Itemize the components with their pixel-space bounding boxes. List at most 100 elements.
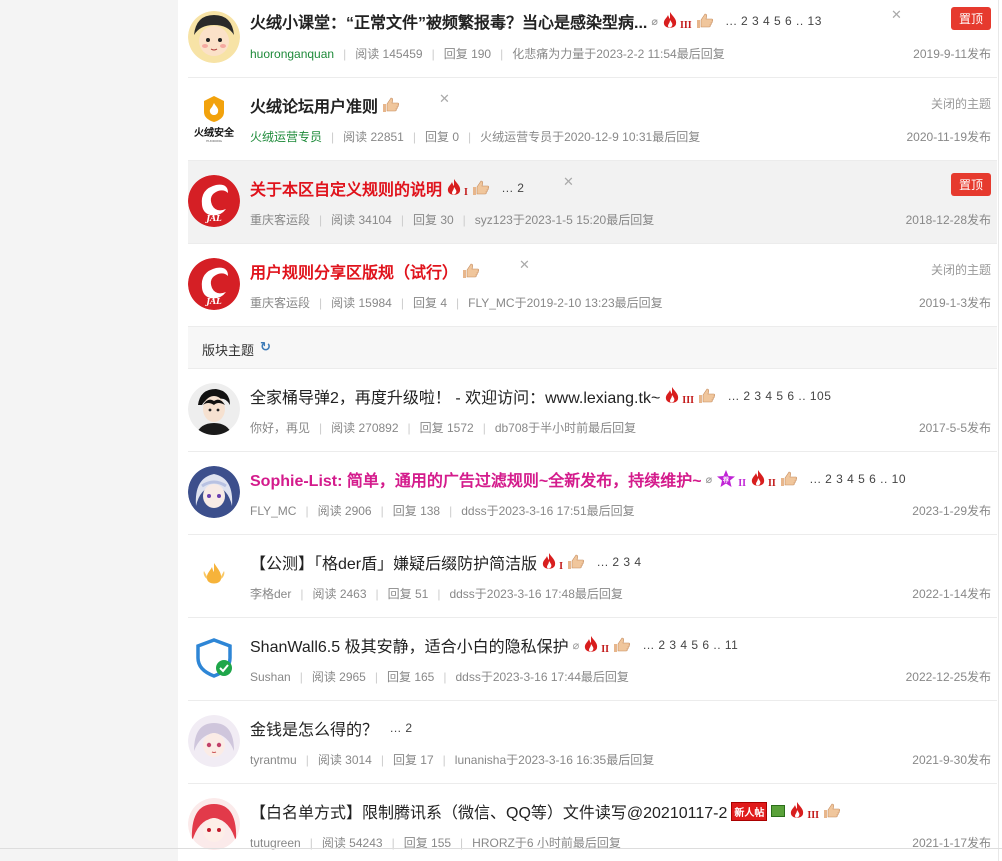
close-icon[interactable]: ✕ [891, 7, 902, 23]
thread-title-text[interactable]: 火绒论坛用户准则 [250, 93, 378, 117]
close-icon[interactable]: ✕ [563, 174, 574, 190]
pagination[interactable]: ... 2 3 4 5 6 .. 13 [726, 14, 822, 28]
reply-count: 回复 190 [443, 47, 492, 61]
thread-row[interactable]: 【白名单方式】限制腾讯系（微信、QQ等）文件读写@20210117-2 新人帖 … [188, 784, 997, 861]
scrollbar-track[interactable] [998, 0, 999, 861]
thread-row[interactable]: 全家桶导弹2，再度升级啦！ - 欢迎访问：www.lexiang.tk~ III… [188, 369, 997, 452]
thread-title[interactable]: 火绒论坛用户准则 [250, 93, 400, 117]
thread-title[interactable]: ShanWall6.5 极其安静，适合小白的隐私保护 ⌀ II ... 2 3 … [250, 633, 738, 657]
pagination[interactable]: ... 2 [390, 721, 413, 735]
thread-row[interactable]: Sophie-List: 简单，通用的广告过滤规则~全新发布，持续维护~ ⌀ 荐… [188, 452, 997, 535]
thread-meta: 重庆客运段 | 阅读 15984 | 回复 4 | FLY_MC于2019-2-10 13:… [250, 296, 663, 310]
thread-title-text[interactable]: ShanWall6.5 极其安静，适合小白的隐私保护 [250, 633, 569, 657]
thread-title[interactable]: 全家桶导弹2，再度升级啦！ - 欢迎访问：www.lexiang.tk~ III… [250, 384, 831, 408]
star-level: II [738, 477, 746, 489]
avatar[interactable] [188, 466, 240, 518]
heat-flame-icon [585, 636, 598, 652]
thread-title-text[interactable]: 金钱是怎么得的？ [250, 716, 378, 740]
avatar[interactable]: 火绒安全 HUORONG [188, 92, 240, 144]
thread-title[interactable]: 金钱是怎么得的？ ... 2 [250, 716, 413, 740]
avatar[interactable] [188, 715, 240, 767]
post-date: 2020-11-19发布 [906, 130, 992, 144]
avatar[interactable]: JAL [188, 258, 240, 310]
svg-text:JAL: JAL [204, 213, 222, 223]
thread-title[interactable]: 【公测】「格der盾」嫌疑后缀防护简洁版 I ... 2 3 4 [250, 550, 642, 574]
thread-title[interactable]: Sophie-List: 简单，通用的广告过滤规则~全新发布，持续维护~ ⌀ 荐… [250, 467, 906, 491]
author-link[interactable]: 你好，再见 [250, 421, 310, 435]
author-link[interactable]: 重庆客运段 [250, 213, 310, 227]
thread-status: 关闭的主题 [930, 97, 991, 111]
avatar[interactable] [188, 11, 240, 63]
avatar[interactable] [188, 632, 240, 684]
avatar[interactable] [188, 383, 240, 435]
author-link[interactable]: 李格der [250, 587, 291, 601]
attachment-icon: ⌀ [651, 15, 658, 28]
last-reply[interactable]: syz123于2023-1-5 15:20最后回复 [475, 213, 654, 227]
thread-row[interactable]: 金钱是怎么得的？ ... 2 tyrantmu | 阅读 3014 | 回复 17 | lu… [188, 701, 997, 784]
pinned-thread-row[interactable]: JAL 关于本区自定义规则的说明 I ... 2 ✕ 置顶 重庆客运段 | 阅读 3… [188, 161, 997, 244]
last-reply[interactable]: db708于半小时前最后回复 [495, 421, 636, 435]
thread-title-text[interactable]: 全家桶导弹2，再度升级啦！ - 欢迎访问：www.lexiang.tk~ [250, 384, 660, 408]
read-count: 阅读 270892 [331, 421, 399, 435]
pinned-thread-row[interactable]: JAL 用户规则分享区版规（试行） ✕ 关闭的主题 重庆客运段 | 阅读 15984… [188, 244, 997, 327]
reply-count: 回复 17 [392, 753, 434, 767]
heat-flame-icon [791, 802, 804, 818]
close-icon[interactable]: ✕ [519, 257, 530, 273]
svg-text:HUORONG: HUORONG [206, 139, 223, 143]
author-link[interactable]: huoronganquan [250, 47, 334, 61]
pagination[interactable]: ... 2 [502, 181, 525, 195]
author-link[interactable]: Sushan [250, 670, 291, 684]
thread-meta: 火绒运营专员 | 阅读 22851 | 回复 0 | 火绒运营专员于2020-12-9 10… [250, 130, 701, 144]
thread-title-text[interactable]: 【白名单方式】限制腾讯系（微信、QQ等）文件读写@20210117-2 [250, 799, 727, 823]
thread-meta: 李格der | 阅读 2463 | 回复 51 | ddss于2023-3-16 17:48… [250, 587, 623, 601]
last-reply[interactable]: ddss于2023-3-16 17:51最后回复 [461, 504, 634, 518]
reply-count: 回复 0 [424, 130, 459, 144]
thread-title[interactable]: 用户规则分享区版规（试行） [250, 259, 480, 283]
thread-title[interactable]: 火绒小课堂：“正常文件”被频繁报毒？当心是感染型病... ⌀ III ... 2… [250, 9, 822, 33]
heat-level: II [601, 643, 609, 655]
pagination[interactable]: ... 2 3 4 5 6 .. 10 [810, 472, 906, 486]
heat-flame-icon [666, 387, 679, 403]
heat-level: III [807, 809, 820, 821]
thread-row[interactable]: ShanWall6.5 极其安静，适合小白的隐私保护 ⌀ II ... 2 3 … [188, 618, 997, 701]
thumbs-up-icon [698, 388, 716, 403]
avatar[interactable]: JAL [188, 175, 240, 227]
heat-level: I [559, 560, 564, 572]
thread-title[interactable]: 关于本区自定义规则的说明 I ... 2 [250, 176, 524, 200]
thread-meta: FLY_MC | 阅读 2906 | 回复 138 | ddss于2023-3-16 17:… [250, 504, 635, 518]
pinned-thread-row[interactable]: 火绒小课堂：“正常文件”被频繁报毒？当心是感染型病... ⌀ III ... 2… [188, 0, 997, 78]
thread-title[interactable]: 【白名单方式】限制腾讯系（微信、QQ等）文件读写@20210117-2 新人帖 … [250, 799, 841, 823]
refresh-icon[interactable]: ↻ [260, 339, 271, 355]
last-reply[interactable]: 化悲痛为力量于2023-2-2 11:54最后回复 [512, 47, 725, 61]
section-header: 版块主题 ↻ [188, 327, 997, 369]
last-reply[interactable]: ddss于2023-3-16 17:48最后回复 [449, 587, 622, 601]
thread-title-text[interactable]: Sophie-List: 简单，通用的广告过滤规则~全新发布，持续维护~ [250, 467, 702, 491]
thread-title-text[interactable]: 关于本区自定义规则的说明 [250, 176, 442, 200]
thread-title-text[interactable]: 用户规则分享区版规（试行） [250, 259, 458, 283]
pagination[interactable]: ... 2 3 4 5 6 .. 105 [728, 389, 831, 403]
last-reply[interactable]: 火绒运营专员于2020-12-9 10:31最后回复 [480, 130, 700, 144]
avatar[interactable] [188, 549, 240, 601]
page: 火绒小课堂：“正常文件”被频繁报毒？当心是感染型病... ⌀ III ... 2… [0, 0, 1002, 861]
pinned-thread-row[interactable]: 火绒安全 HUORONG 火绒论坛用户准则 ✕ 关闭的主题 火绒运营专员 | 阅读 2… [188, 78, 997, 161]
author-link[interactable]: tyrantmu [250, 753, 297, 767]
author-link[interactable]: 重庆客运段 [250, 296, 310, 310]
last-reply[interactable]: ddss于2023-3-16 17:44最后回复 [455, 670, 628, 684]
read-count: 阅读 2965 [311, 670, 366, 684]
last-reply[interactable]: lunanisha于2023-3-16 16:35最后回复 [455, 753, 654, 767]
thread-title-text[interactable]: 【公测】「格der盾」嫌疑后缀防护简洁版 [250, 550, 537, 574]
thread-list-panel: 火绒小课堂：“正常文件”被频繁报毒？当心是感染型病... ⌀ III ... 2… [178, 0, 1002, 861]
author-link[interactable]: FLY_MC [250, 504, 296, 518]
avatar[interactable] [188, 798, 240, 850]
pagination[interactable]: ... 2 3 4 5 6 .. 11 [643, 638, 738, 652]
author-link[interactable]: 火绒运营专员 [250, 130, 322, 144]
thread-meta: 重庆客运段 | 阅读 34104 | 回复 30 | syz123于2023-1-5 15:… [250, 213, 655, 227]
thread-title-text[interactable]: 火绒小课堂：“正常文件”被频繁报毒？当心是感染型病... [250, 9, 647, 33]
thread-meta: tyrantmu | 阅读 3014 | 回复 17 | lunanisha于2023-3-… [250, 753, 655, 767]
pagination[interactable]: ... 2 3 4 [597, 555, 642, 569]
new-user-badge: 新人帖 [731, 801, 768, 821]
thread-row[interactable]: 【公测】「格der盾」嫌疑后缀防护简洁版 I ... 2 3 4 李格der | 阅… [188, 535, 997, 618]
close-icon[interactable]: ✕ [439, 91, 450, 107]
heat-level: I [464, 186, 468, 198]
last-reply[interactable]: FLY_MC于2019-2-10 13:23最后回复 [468, 296, 663, 310]
